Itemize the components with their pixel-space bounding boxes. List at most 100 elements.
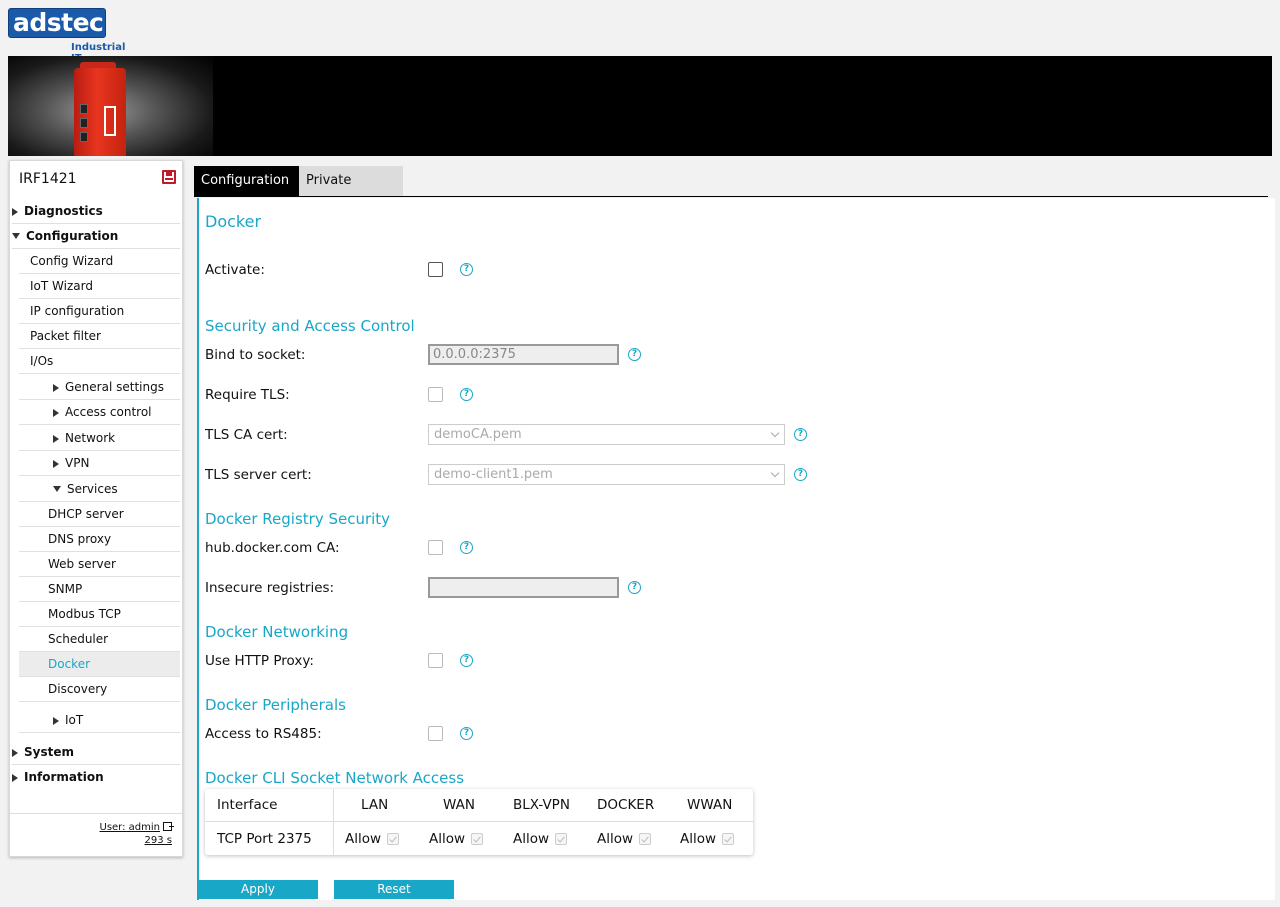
sidebar-item-scheduler[interactable]: Scheduler: [19, 627, 180, 652]
sidebar-item-label: Docker: [48, 657, 91, 671]
table-header-blx-vpn: BLX-VPN: [513, 797, 570, 813]
sidebar-item-ios[interactable]: I/Os: [19, 349, 180, 374]
sidebar-item-configuration[interactable]: Configuration: [12, 224, 180, 249]
help-icon[interactable]: ?: [460, 541, 473, 554]
sidebar-item-general-settings[interactable]: General settings: [19, 375, 180, 400]
allow-label: Allow: [345, 831, 382, 847]
sidebar-item-web-server[interactable]: Web server: [19, 552, 180, 577]
allow-checkbox[interactable]: [387, 833, 400, 845]
sidebar-item-network[interactable]: Network: [19, 426, 180, 451]
help-icon[interactable]: ?: [794, 468, 807, 481]
sidebar-item-docker[interactable]: Docker: [19, 652, 180, 677]
sidebar-item-vpn[interactable]: VPN: [19, 451, 180, 476]
sidebar-item-config-wizard[interactable]: Config Wizard: [19, 249, 180, 274]
sidebar-item-snmp[interactable]: SNMP: [19, 577, 180, 602]
sidebar-item-access-control[interactable]: Access control: [19, 400, 180, 425]
http-proxy-label: Use HTTP Proxy:: [205, 653, 314, 669]
sidebar-item-iot-wizard[interactable]: IoT Wizard: [19, 274, 180, 299]
table-cell-lan[interactable]: Allow: [345, 831, 400, 847]
chevron-right-icon: [53, 717, 59, 725]
table-row-name: TCP Port 2375: [217, 831, 312, 847]
sidebar-item-modbus-tcp[interactable]: Modbus TCP: [19, 602, 180, 627]
sidebar-item-dhcp-server[interactable]: DHCP server: [19, 502, 180, 527]
tls-ca-cert-select[interactable]: demoCA.pem: [428, 424, 785, 445]
sidebar-item-dns-proxy[interactable]: DNS proxy: [19, 527, 180, 552]
sidebar-item-system[interactable]: System: [12, 740, 180, 765]
user-label[interactable]: User: admin: [100, 822, 161, 833]
sidebar: IRF1421 Diagnostics Configuration Config…: [9, 160, 183, 857]
help-icon[interactable]: ?: [460, 388, 473, 401]
bind-socket-input[interactable]: 0.0.0.0:2375: [428, 344, 619, 365]
hub-ca-label: hub.docker.com CA:: [205, 540, 340, 556]
chevron-down-icon: [12, 233, 20, 239]
reset-button[interactable]: Reset: [334, 880, 454, 899]
allow-label: Allow: [597, 831, 634, 847]
tls-server-cert-value: demo-client1.pem: [434, 467, 553, 482]
device-port: [80, 104, 88, 114]
sidebar-item-label: Network: [65, 431, 116, 445]
section-title-peripherals: Docker Peripherals: [205, 696, 346, 714]
allow-label: Allow: [429, 831, 466, 847]
sidebar-item-label: DHCP server: [48, 507, 124, 521]
apply-button[interactable]: Apply: [198, 880, 318, 899]
allow-checkbox[interactable]: [639, 833, 652, 845]
help-icon[interactable]: ?: [460, 727, 473, 740]
allow-checkbox[interactable]: [722, 833, 735, 845]
section-title-networking: Docker Networking: [205, 623, 349, 641]
help-icon[interactable]: ?: [628, 581, 641, 594]
table-divider: [333, 789, 334, 855]
table-header-row: [205, 789, 753, 822]
tls-server-cert-select[interactable]: demo-client1.pem: [428, 464, 785, 485]
allow-label: Allow: [513, 831, 550, 847]
help-icon[interactable]: ?: [460, 263, 473, 276]
chevron-right-icon: [53, 384, 59, 392]
sidebar-item-label: Information: [24, 770, 104, 784]
sidebar-item-label: SNMP: [48, 582, 83, 596]
sidebar-item-packet-filter[interactable]: Packet filter: [19, 324, 180, 349]
tab-configuration[interactable]: Configuration: [194, 166, 299, 196]
require-tls-checkbox[interactable]: [428, 387, 443, 402]
table-cell-docker[interactable]: Allow: [597, 831, 652, 847]
save-icon[interactable]: [162, 170, 176, 184]
chevron-right-icon: [53, 460, 59, 468]
sidebar-item-discovery[interactable]: Discovery: [19, 677, 180, 702]
table-cell-wwan[interactable]: Allow: [680, 831, 735, 847]
chevron-right-icon: [53, 435, 59, 443]
cli-access-table: Interface LAN WAN BLX-VPN DOCKER WWAN TC…: [205, 789, 753, 855]
device-name: IRF1421: [19, 171, 77, 187]
sidebar-item-ip-configuration[interactable]: IP configuration: [19, 299, 180, 324]
rs485-label: Access to RS485:: [205, 726, 322, 742]
table-cell-wan[interactable]: Allow: [429, 831, 484, 847]
table-header-wan: WAN: [443, 797, 475, 813]
tab-private-registry[interactable]: Private registry: [299, 166, 403, 218]
http-proxy-checkbox[interactable]: [428, 653, 443, 668]
device-port: [80, 132, 88, 142]
sidebar-item-services[interactable]: Services: [19, 477, 180, 502]
chevron-right-icon: [12, 774, 18, 782]
help-icon[interactable]: ?: [794, 428, 807, 441]
activate-label: Activate:: [205, 262, 265, 278]
help-icon[interactable]: ?: [460, 654, 473, 667]
sidebar-item-label: Diagnostics: [24, 204, 103, 218]
sidebar-item-diagnostics[interactable]: Diagnostics: [12, 199, 180, 224]
activate-checkbox[interactable]: [428, 262, 443, 277]
table-cell-blx-vpn[interactable]: Allow: [513, 831, 568, 847]
insecure-registries-input[interactable]: [428, 577, 619, 598]
device-port: [80, 118, 88, 128]
sidebar-item-iot[interactable]: IoT: [19, 708, 180, 733]
logout-icon[interactable]: [163, 822, 174, 831]
user-session-info[interactable]: User: admin 293 s: [100, 821, 174, 847]
rs485-checkbox[interactable]: [428, 726, 443, 741]
sidebar-item-label: Access control: [65, 405, 152, 419]
section-title-cli: Docker CLI Socket Network Access: [205, 769, 465, 787]
sidebar-item-information[interactable]: Information: [12, 765, 180, 790]
chevron-down-icon: [770, 428, 780, 438]
adstec-logo: adstec Industrial IT: [8, 8, 138, 64]
section-title-security: Security and Access Control: [205, 317, 415, 335]
allow-checkbox[interactable]: [471, 833, 484, 845]
tab-underline: [194, 196, 1268, 197]
help-icon[interactable]: ?: [628, 348, 641, 361]
allow-checkbox[interactable]: [555, 833, 568, 845]
sidebar-item-label: Web server: [48, 557, 116, 571]
hub-ca-checkbox[interactable]: [428, 540, 443, 555]
